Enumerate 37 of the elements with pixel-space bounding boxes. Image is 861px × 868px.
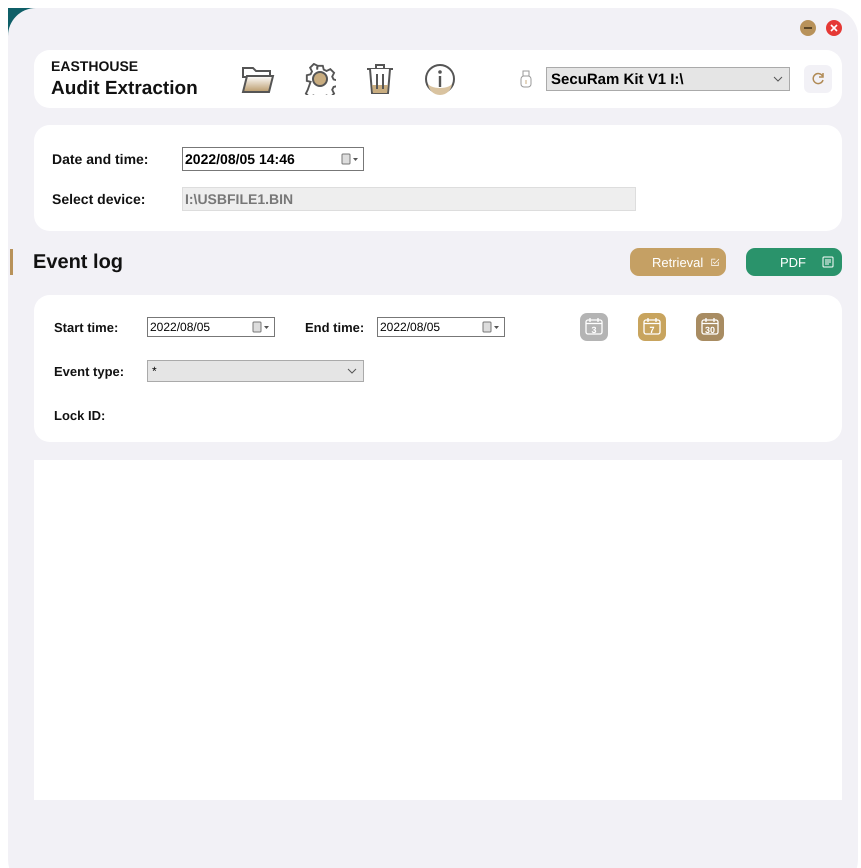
- chevron-down-icon: [347, 368, 357, 374]
- lock-id-label: Lock ID:: [54, 408, 106, 422]
- date-time-label: Date and time:: [52, 151, 150, 167]
- event-type-dropdown[interactable]: *: [147, 360, 364, 382]
- close-button[interactable]: [826, 20, 842, 36]
- calendar-dropdown-icon: [482, 321, 500, 333]
- end-date-picker[interactable]: 2022/08/05: [377, 317, 505, 337]
- event-type-label: Event type:: [54, 364, 126, 378]
- minus-icon: [804, 27, 812, 29]
- section-title: Event log: [33, 250, 124, 274]
- calendar-range-button[interactable]: 7: [638, 313, 666, 341]
- info-icon[interactable]: [424, 63, 456, 95]
- calendar-dropdown-icon: [252, 321, 270, 333]
- date-time-picker[interactable]: 2022/08/05 14:46: [182, 147, 364, 171]
- trash-icon[interactable]: [365, 63, 395, 95]
- gear-icon[interactable]: [304, 63, 336, 95]
- start-date-picker[interactable]: 2022/08/05: [147, 317, 275, 337]
- brand-name: EASTHOUSE: [51, 58, 140, 74]
- pdf-button[interactable]: PDF: [746, 248, 842, 276]
- close-icon: [830, 24, 838, 32]
- end-time-label: End time:: [305, 320, 366, 334]
- device-dropdown[interactable]: SecuRam Kit V1 I:\: [546, 67, 790, 91]
- calendar-range-button[interactable]: 30: [696, 313, 724, 341]
- calendar-range-button[interactable]: 3: [580, 313, 608, 341]
- folder-icon[interactable]: [241, 64, 275, 94]
- retrieval-button[interactable]: Retrieval: [630, 248, 726, 276]
- usb-drive-icon: [520, 70, 532, 88]
- document-icon: [822, 256, 834, 268]
- refresh-icon: [811, 72, 825, 86]
- refresh-button[interactable]: [804, 65, 832, 93]
- minimize-button[interactable]: [800, 20, 816, 36]
- calendar-dropdown-icon: [341, 153, 359, 165]
- select-device-label: Select device:: [52, 191, 146, 207]
- app-title: Audit Extraction: [51, 78, 199, 100]
- start-time-label: Start time:: [54, 320, 120, 334]
- chevron-down-icon: [773, 76, 783, 82]
- checkbox-icon: [711, 256, 720, 268]
